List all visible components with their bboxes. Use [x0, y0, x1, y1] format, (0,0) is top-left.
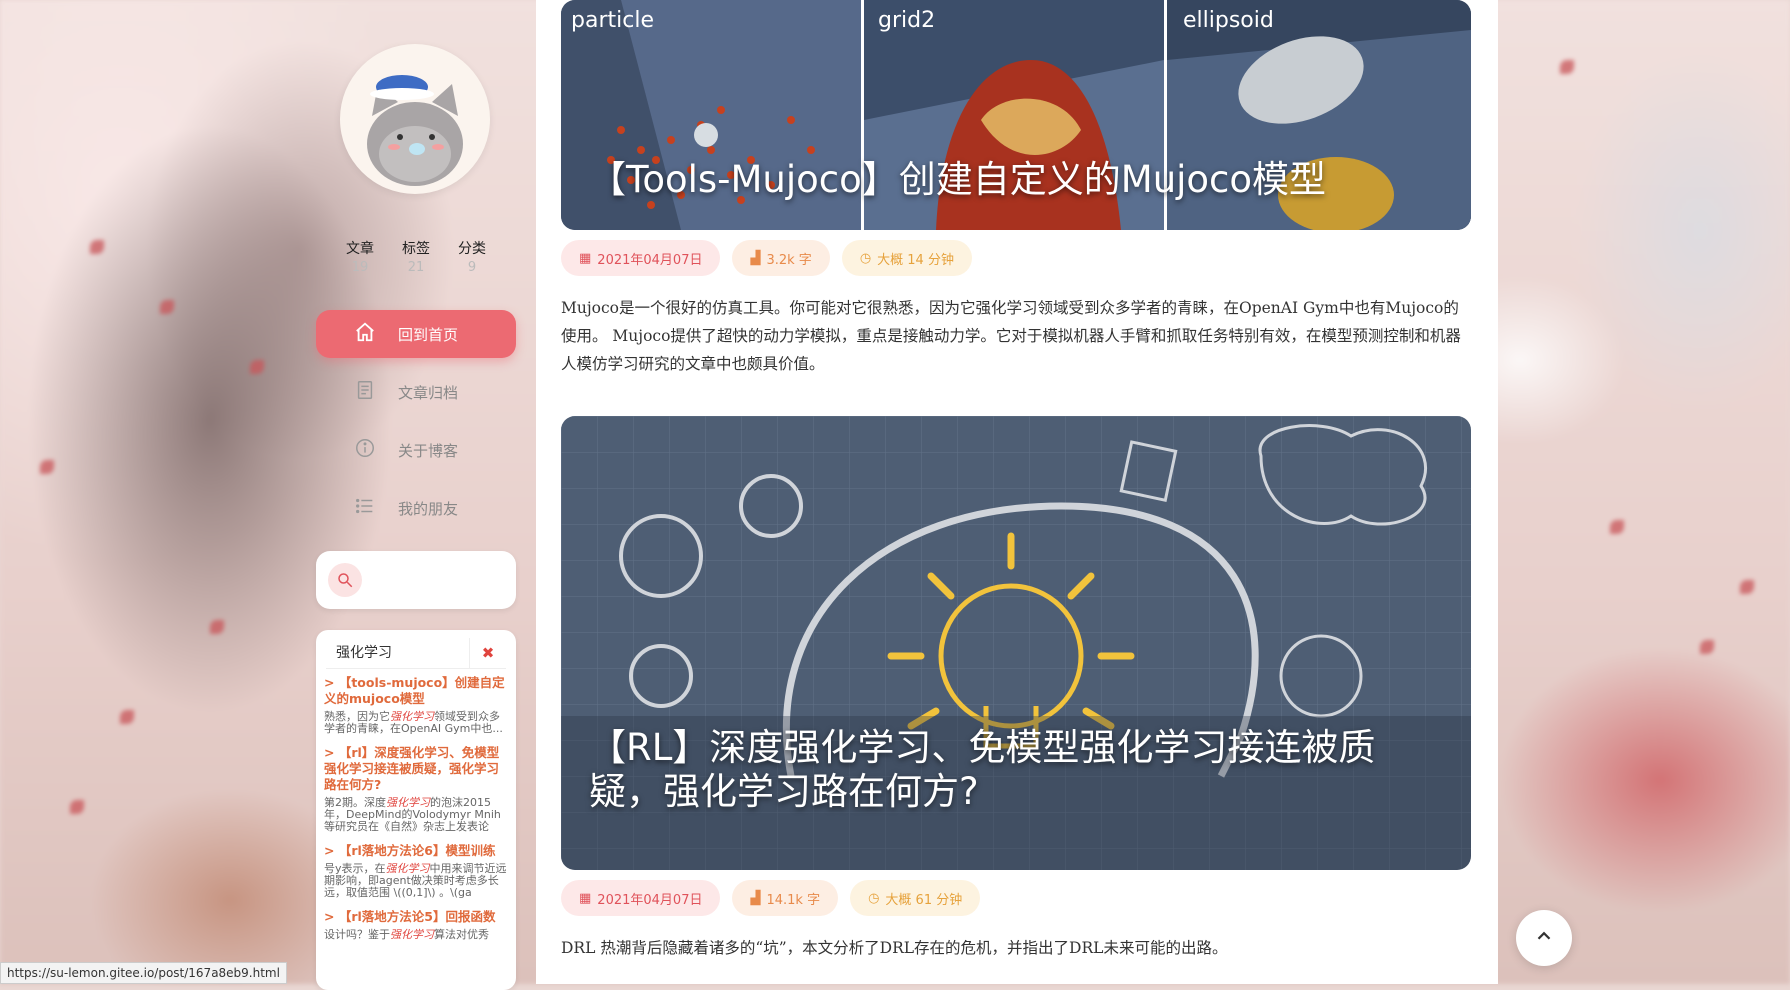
stat-value: 9 — [467, 260, 477, 275]
stat-categories[interactable]: 分类 9 — [458, 238, 486, 275]
nav-item-label: 文章归档 — [398, 383, 459, 402]
post-title[interactable]: 【RL】深度强化学习、免模型强化学习接连被质疑，强化学习路在何方? — [589, 726, 1389, 814]
search-result-title[interactable]: > 【rl落地方法论5】回报函数 — [324, 909, 508, 925]
stat-value: 19 — [351, 260, 369, 275]
post-word-count: ▟ 3.2k 字 — [732, 240, 830, 276]
panel-label: particle — [571, 8, 654, 33]
stat-label: 分类 — [458, 241, 486, 257]
search-result-title[interactable]: > 【rl】深度强化学习、免模型强化学习接连被质疑，强化学习路在何方? — [324, 745, 508, 793]
post-card: particle grid2 ellipsoid 【Tools-Mujoco】创… — [561, 0, 1471, 378]
nav-item-archive[interactable]: 文章归档 — [316, 368, 516, 416]
archive-icon — [354, 379, 376, 405]
search-box[interactable] — [316, 551, 516, 609]
chart-icon: ▟ — [750, 890, 761, 906]
post-meta: ▦ 2021年04月07日 ▟ 3.2k 字 ◷ 大概 14 分钟 — [561, 240, 1471, 276]
search-result-snippet: 号y表示，在强化学习中用来调节近远期影响，即agent做决策时考虑多长远，取值范… — [324, 862, 507, 899]
nav-item-about[interactable]: 关于博客 — [316, 426, 516, 474]
close-icon[interactable]: ✖ — [469, 638, 506, 668]
chart-icon: ▟ — [750, 250, 761, 266]
search-result-snippet: 设计吗？鉴于强化学习算法对优秀 — [324, 928, 489, 941]
search-input[interactable]: 强化学习 ✖ — [326, 638, 506, 669]
clock-icon: ◷ — [868, 890, 880, 906]
nav-item-friends[interactable]: 我的朋友 — [316, 484, 516, 532]
sidebar: 文章 19 标签 21 分类 9 回到首页 文章归档 关于博客 我的朋友 强化学… — [316, 0, 516, 990]
search-results-panel: 强化学习 ✖ > 【tools-mujoco】创建自定义的mujoco模型 熟悉… — [316, 630, 516, 990]
status-bar-url: https://su-lemon.gitee.io/post/167a8eb9.… — [0, 962, 287, 984]
calendar-icon: ▦ — [579, 250, 592, 266]
panel-label: grid2 — [878, 8, 936, 33]
main-content: particle grid2 ellipsoid 【Tools-Mujoco】创… — [536, 0, 1498, 984]
post-title[interactable]: 【Tools-Mujoco】创建自定义的Mujoco模型 — [589, 158, 1326, 202]
search-query: 强化学习 — [336, 645, 392, 661]
blog-stats: 文章 19 标签 21 分类 9 — [316, 238, 516, 275]
calendar-icon: ▦ — [579, 890, 592, 906]
clock-icon: ◷ — [859, 250, 872, 266]
post-card: 【RL】深度强化学习、免模型强化学习接连被质疑，强化学习路在何方? ▦ 2021… — [561, 416, 1471, 962]
nav-item-home[interactable]: 回到首页 — [316, 310, 516, 358]
info-icon — [354, 437, 376, 463]
search-result-item[interactable]: > 【tools-mujoco】创建自定义的mujoco模型 熟悉，因为它强化学… — [316, 669, 516, 739]
stat-tags[interactable]: 标签 21 — [402, 238, 430, 275]
search-result-title[interactable]: > 【tools-mujoco】创建自定义的mujoco模型 — [324, 675, 508, 707]
nav-item-label: 关于博客 — [398, 441, 459, 460]
search-result-item[interactable]: > 【rl落地方法论5】回报函数 设计吗？鉴于强化学习算法对优秀 — [316, 903, 516, 945]
post-word-count: ▟ 14.1k 字 — [732, 880, 839, 916]
list-icon — [354, 495, 376, 521]
search-icon[interactable] — [328, 563, 362, 597]
post-date: ▦ 2021年04月07日 — [561, 880, 721, 916]
stat-label: 标签 — [402, 241, 430, 257]
post-meta: ▦ 2021年04月07日 ▟ 14.1k 字 ◷ 大概 61 分钟 — [561, 880, 1471, 916]
nav-item-label: 回到首页 — [398, 325, 459, 344]
chevron-up-icon — [1533, 925, 1555, 951]
post-cover[interactable]: particle grid2 ellipsoid 【Tools-Mujoco】创… — [561, 0, 1471, 230]
stat-value: 21 — [407, 260, 425, 275]
post-read-time: ◷ 大概 14 分钟 — [841, 240, 972, 276]
post-read-time: ◷ 大概 61 分钟 — [850, 880, 981, 916]
search-result-snippet: 第2期。深度强化学习的泡沫2015年，DeepMind的Volodymyr Mn… — [324, 796, 501, 833]
post-cover[interactable]: 【RL】深度强化学习、免模型强化学习接连被质疑，强化学习路在何方? — [561, 416, 1471, 870]
avatar[interactable] — [340, 44, 490, 194]
nav-item-label: 我的朋友 — [398, 499, 459, 518]
post-date: ▦ 2021年04月07日 — [561, 240, 721, 276]
stat-articles[interactable]: 文章 19 — [346, 238, 374, 275]
search-result-item[interactable]: > 【rl】深度强化学习、免模型强化学习接连被质疑，强化学习路在何方? 第2期。… — [316, 739, 516, 837]
stat-label: 文章 — [346, 241, 374, 257]
panel-label: ellipsoid — [1183, 8, 1274, 33]
search-result-item[interactable]: > 【rl落地方法论6】模型训练 号y表示，在强化学习中用来调节近远期影响，即a… — [316, 837, 516, 903]
search-result-snippet: 熟悉，因为它强化学习领域受到众多学者的青睐，在OpenAI Gym中也... — [324, 710, 503, 735]
home-icon — [354, 321, 376, 347]
search-result-title[interactable]: > 【rl落地方法论6】模型训练 — [324, 843, 508, 859]
scroll-to-top-button[interactable] — [1516, 910, 1572, 966]
post-excerpt: Mujoco是一个很好的仿真工具。你可能对它很熟悉，因为它强化学习领域受到众多学… — [561, 299, 1461, 373]
post-excerpt: DRL 热潮背后隐藏着诸多的“坑”，本文分析了DRL存在的危机，并指出了DRL未… — [561, 939, 1228, 957]
sidebar-nav: 回到首页 文章归档 关于博客 我的朋友 — [316, 310, 516, 542]
